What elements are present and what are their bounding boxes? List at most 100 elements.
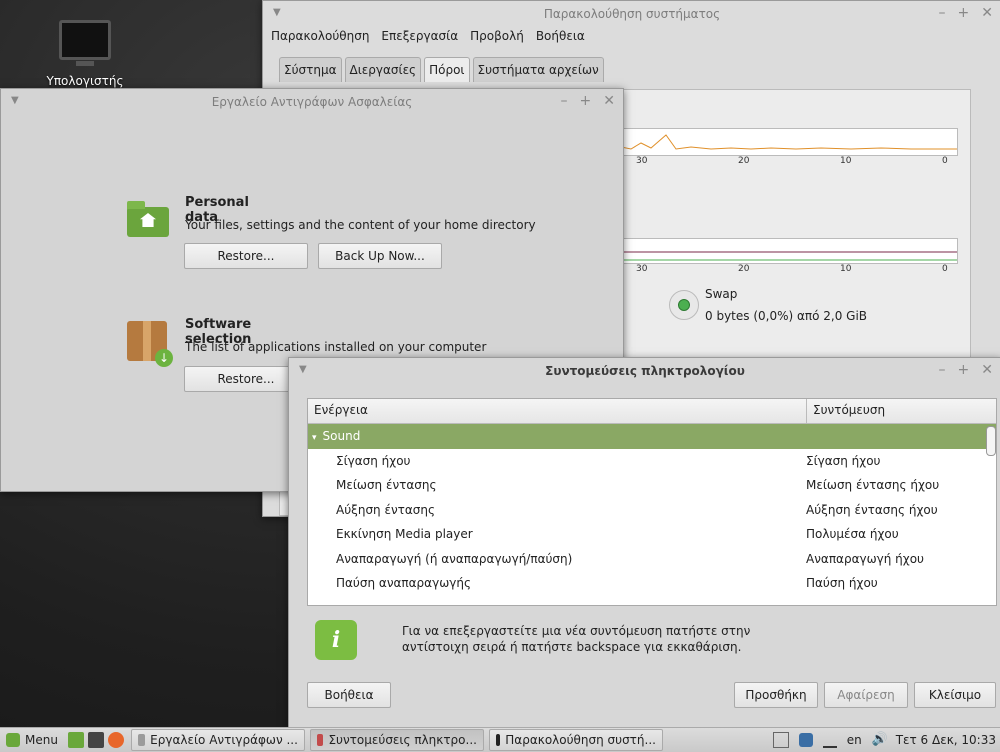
table-row[interactable]: Εκκίνηση Media player Πολυμέσα ήχου: [308, 522, 996, 547]
personal-restore-button[interactable]: Restore...: [184, 243, 308, 269]
cpu-axis-tick-20: 20: [738, 156, 750, 166]
system-monitor-titlebar[interactable]: ▼ Παρακολούθηση συστήματος – + ✕: [263, 1, 1000, 27]
row-shortcut: Παύση ήχου: [806, 576, 878, 590]
desktop-computer-icon[interactable]: Υπολογιστής: [40, 20, 130, 88]
close-icon[interactable]: ✕: [603, 93, 615, 109]
taskbar-window-label: Εργαλείο Αντιγράφων ...: [150, 733, 298, 747]
maximize-icon[interactable]: +: [580, 93, 592, 109]
volume-icon[interactable]: 🔊: [872, 733, 888, 747]
mem-axis-tick-20: 20: [738, 264, 750, 274]
terminal-icon[interactable]: [87, 732, 104, 748]
close-button[interactable]: Κλείσιμο: [914, 682, 996, 708]
maximize-icon[interactable]: +: [958, 5, 970, 21]
row-shortcut: Πολυμέσα ήχου: [806, 527, 899, 541]
expander-icon[interactable]: ▾: [312, 433, 317, 443]
swap-value: 0 bytes (0,0%) από 2,0 GiB: [705, 309, 868, 323]
memory-history-lines: [621, 251, 957, 261]
shortcuts-tree: Ενέργεια Συντόμευση ▾ Sound Σίγαση ήχου Σ…: [307, 398, 997, 606]
taskbar-window-label: Συντομεύσεις πληκτρο...: [328, 733, 477, 747]
personal-data-description: Your files, settings and the content of …: [185, 218, 536, 232]
row-action: Εκκίνηση Media player: [336, 527, 473, 541]
row-shortcut: Μείωση έντασης ήχου: [806, 478, 940, 492]
scrollbar-thumb[interactable]: [986, 426, 996, 456]
network-icon[interactable]: [822, 732, 837, 748]
taskbar-window-shortcuts[interactable]: Συντομεύσεις πληκτρο...: [309, 729, 484, 751]
maximize-icon[interactable]: +: [958, 362, 970, 378]
menu-monitor[interactable]: Παρακολούθηση: [271, 29, 369, 43]
tab-system[interactable]: Σύστημα: [279, 57, 342, 82]
shield-icon[interactable]: [798, 733, 813, 747]
cpu-history-line: [620, 134, 957, 150]
row-shortcut: Σίγαση ήχου: [806, 453, 881, 468]
backup-tool-title: Εργαλείο Αντιγράφων Ασφαλείας: [211, 95, 413, 109]
close-icon[interactable]: ✕: [981, 5, 993, 21]
shortcuts-scrollbar[interactable]: [985, 424, 996, 602]
mem-axis-tick-0: 0: [942, 264, 948, 274]
info-text: Για να επεξεργαστείτε μια νέα συντόμευση…: [402, 624, 751, 654]
minimize-icon[interactable]: –: [939, 5, 946, 21]
window-menu-icon[interactable]: ▼: [11, 95, 19, 106]
minimize-icon[interactable]: –: [561, 93, 568, 109]
table-row[interactable]: Σίγαση ήχου Σίγαση ήχου: [308, 449, 996, 474]
firefox-icon[interactable]: [107, 732, 124, 748]
clock[interactable]: Τετ 6 Δεκ, 10:33: [896, 733, 996, 747]
taskbar: Menu Εργαλείο Αντιγράφων ... Συντομεύσει…: [0, 727, 1000, 752]
taskbar-window-backup[interactable]: Εργαλείο Αντιγράφων ...: [130, 729, 305, 751]
table-row[interactable]: Αύξηση έντασης Αύξηση έντασης ήχου: [308, 498, 996, 523]
window-menu-icon[interactable]: ▼: [273, 7, 281, 18]
shortcuts-app-icon: [316, 734, 324, 746]
mem-axis-tick-30: 30: [636, 264, 648, 274]
window-menu-icon[interactable]: ▼: [299, 364, 307, 375]
system-monitor-tabs: Σύστημα Διεργασίες Πόροι Συστήματα αρχεί…: [263, 45, 1000, 82]
keyboard-shortcuts-title: Συντομεύσεις πληκτρολογίου: [545, 364, 745, 378]
tab-processes[interactable]: Διεργασίες: [344, 57, 422, 82]
system-monitor-title: Παρακολούθηση συστήματος: [543, 7, 721, 21]
row-action: Μείωση έντασης: [336, 478, 437, 492]
keyboard-layout-indicator[interactable]: en: [847, 733, 862, 747]
menu-button[interactable]: Menu: [0, 733, 66, 747]
keyboard-shortcuts-titlebar[interactable]: ▼ Συντομεύσεις πληκτρολογίου – + ✕: [289, 358, 1000, 384]
monitor-icon: [59, 20, 111, 66]
shortcuts-header: Ενέργεια Συντόμευση: [308, 399, 996, 424]
row-shortcut: Αύξηση έντασης ήχου: [806, 502, 938, 517]
row-action: Σίγαση ήχου: [336, 453, 411, 468]
sysmon-app-icon: [495, 734, 501, 746]
menu-edit[interactable]: Επεξεργασία: [381, 29, 458, 43]
memory-history-graph: [620, 238, 958, 264]
add-button[interactable]: Προσθήκη: [734, 682, 818, 708]
tab-resources[interactable]: Πόροι: [424, 57, 470, 82]
row-action: Παύση αναπαραγωγής: [336, 576, 471, 590]
remove-button[interactable]: Αφαίρεση: [824, 682, 908, 708]
column-header-action[interactable]: Ενέργεια: [308, 399, 807, 423]
help-button[interactable]: Βοήθεια: [307, 682, 391, 708]
menu-view[interactable]: Προβολή: [470, 29, 524, 43]
category-label: Sound: [322, 429, 361, 443]
taskbar-window-sysmon[interactable]: Παρακολούθηση συστή...: [488, 729, 663, 751]
back-up-now-button[interactable]: Back Up Now...: [318, 243, 442, 269]
home-folder-icon: [125, 199, 171, 239]
show-desktop-icon[interactable]: [67, 732, 84, 748]
category-row-sound[interactable]: ▾ Sound: [308, 424, 996, 449]
cpu-history-graph: [620, 128, 958, 156]
minimize-icon[interactable]: –: [939, 362, 946, 378]
close-icon[interactable]: ✕: [981, 362, 993, 378]
column-header-shortcut[interactable]: Συντόμευση: [807, 399, 891, 423]
table-row[interactable]: Μείωση έντασης Μείωση έντασης ήχου: [308, 473, 996, 498]
swap-color-picker[interactable]: [669, 290, 699, 320]
swap-label: Swap: [705, 287, 738, 301]
menu-label: Menu: [25, 733, 58, 747]
info-icon: i: [315, 620, 357, 660]
dropbox-icon[interactable]: [772, 732, 789, 748]
table-row[interactable]: Αναπαραγωγή (ή αναπαραγωγή/παύση) Αναπαρ…: [308, 547, 996, 572]
cpu-axis-tick-0: 0: [942, 156, 948, 166]
system-tray: en 🔊 Τετ 6 Δεκ, 10:33: [772, 732, 1000, 748]
backup-tool-titlebar[interactable]: ▼ Εργαλείο Αντιγράφων Ασφαλείας – + ✕: [1, 89, 623, 115]
menu-help[interactable]: Βοήθεια: [536, 29, 585, 43]
table-row[interactable]: Παύση αναπαραγωγής Παύση ήχου: [308, 571, 996, 596]
cpu-axis-tick-10: 10: [840, 156, 852, 166]
keyboard-shortcuts-window: ▼ Συντομεύσεις πληκτρολογίου – + ✕ Ενέργ…: [288, 357, 1000, 729]
mem-axis-tick-10: 10: [840, 264, 852, 274]
mint-logo-icon: [6, 733, 20, 747]
tab-file-systems[interactable]: Συστήματα αρχείων: [472, 57, 604, 82]
backup-app-icon: [137, 734, 146, 746]
